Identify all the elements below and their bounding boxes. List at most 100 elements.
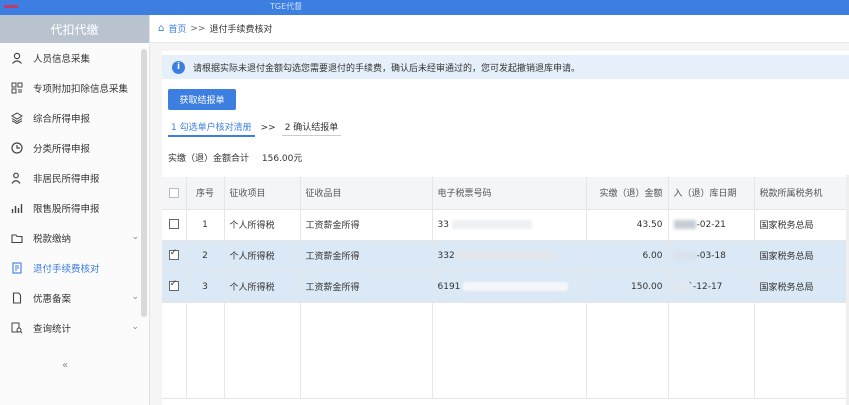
column-header: 序号 [186, 177, 225, 210]
sidebar-header[interactable]: 代扣代缴 [0, 15, 149, 43]
chevron-down-icon: ⌄ [131, 292, 139, 302]
home-icon[interactable]: ⌂ [158, 23, 164, 34]
org-cell: 国家税务总局 [754, 209, 849, 241]
sidebar-item-label: 限售股所得申报 [33, 204, 100, 215]
column-header: 入（退）库日期 [668, 177, 755, 210]
sidebar-item-fee-refund-check[interactable]: 退付手续费核对 [0, 253, 149, 283]
breadcrumb: ⌂ 首页 >> 退付手续费核对 [150, 15, 849, 43]
chevron-down-icon: ⌄ [131, 322, 139, 332]
sidebar-item-label: 专项附加扣除信息采集 [33, 84, 129, 95]
sidebar-item-label: 非居民所得申报 [33, 174, 100, 185]
tab-step-2[interactable]: 2 确认结报单 [281, 120, 342, 136]
sidebar-item-restricted-shares[interactable]: 限售股所得申报 [0, 193, 149, 223]
content-panel: i 请根据实际未退付金额勾选您需要退付的手续费，确认后未经审通过的，您可发起撤销… [162, 51, 849, 405]
sidebar-item-label: 人员信息采集 [33, 54, 91, 65]
empty-cell [186, 302, 225, 399]
tab-step-1[interactable]: 1 勾选单户核对清册 [168, 120, 255, 137]
ticket-cell: 6191 [432, 271, 587, 303]
column-header: 实缴（退）金额 [586, 177, 669, 210]
ticket-cell: 332 [432, 240, 587, 272]
row-checkbox[interactable] [162, 209, 187, 241]
info-icon: i [172, 60, 185, 74]
total-value: 156.00元 [261, 154, 303, 164]
redacted-mark [463, 281, 569, 291]
sidebar-item-special-deduction[interactable]: 专项附加扣除信息采集 [0, 73, 149, 103]
ticket-number: 332 [437, 250, 455, 261]
sidebar-item-personnel[interactable]: 人员信息采集 [0, 43, 149, 73]
breadcrumb-home-link[interactable]: 首页 [168, 22, 186, 35]
step-separator: >> [260, 123, 276, 133]
sidebar-item-label: 税款缴纳 [33, 234, 72, 245]
org-cell: 国家税务总局 [754, 271, 849, 303]
table-row[interactable]: 2 个人所得税 工资薪金所得 332 6.00 -03-18 国家税务总局 [162, 240, 849, 272]
ticket-number: 6191 [437, 281, 461, 292]
date-value: `-12-17 [688, 281, 723, 292]
chevron-down-icon: ⌄ [131, 232, 139, 242]
person-icon [10, 51, 24, 65]
notice-banner: i 请根据实际未退付金额勾选您需要退付的手续费，确认后未经审通过的，您可发起撤销… [162, 55, 849, 79]
subitem-cell: 工资薪金所得 [300, 209, 433, 241]
seq-cell: 3 [186, 271, 225, 303]
sidebar-item-label: 优惠备案 [33, 294, 72, 305]
sidebar-item-comprehensive-income[interactable]: 综合所得申报 [0, 103, 149, 133]
row-checkbox[interactable] [162, 240, 187, 272]
subitem-cell: 工资薪金所得 [300, 240, 433, 272]
sidebar-item-label: 查询统计 [33, 324, 72, 335]
collapse-icon[interactable]: « [62, 360, 68, 371]
sidebar-item-preferential-filing[interactable]: 优惠备案 ⌄ [0, 283, 149, 313]
empty-cell [162, 302, 187, 399]
top-bar-mark [4, 5, 18, 8]
sidebar-item-label: 退付手续费核对 [33, 264, 100, 275]
redacted-mark [673, 250, 696, 260]
sidebar-item-query-statistics[interactable]: 查询统计 ⌄ [0, 313, 149, 343]
org-cell: 国家税务总局 [754, 240, 849, 272]
redacted-mark [673, 281, 688, 291]
ticket-cell: 33 [432, 209, 587, 241]
grid-icon [10, 81, 24, 95]
file-icon [10, 291, 24, 305]
date-cell: -03-18 [668, 240, 755, 272]
redacted-mark [451, 219, 532, 229]
sidebar: 代扣代缴 人员信息采集 专项附加扣除信息采集 综合所得申报 分类所得申报 非居民… [0, 15, 150, 405]
empty-cell [300, 302, 433, 399]
breadcrumb-separator: >> [190, 23, 206, 34]
user-icon [10, 171, 24, 185]
column-header: 征收项目 [224, 177, 301, 210]
sidebar-item-label: 综合所得申报 [33, 114, 91, 125]
table-row[interactable]: 3 个人所得税 工资薪金所得 6191 150.00 `-12-17 国家税务总… [162, 271, 849, 303]
column-header: 税款所属税务机 [754, 177, 849, 210]
search-document-icon [10, 321, 24, 335]
seq-cell: 1 [186, 209, 225, 241]
redacted-mark [457, 250, 558, 260]
item-cell: 个人所得税 [224, 240, 301, 272]
document-icon [10, 261, 24, 275]
get-report-button[interactable]: 获取结报单 [168, 89, 236, 110]
total-summary: 实缴（退）金额合计 156.00元 [168, 151, 302, 164]
total-label: 实缴（退）金额合计 [168, 154, 250, 164]
empty-cell [224, 302, 301, 399]
empty-cell [668, 302, 755, 399]
sidebar-item-tax-payment[interactable]: 税款缴纳 ⌄ [0, 223, 149, 253]
column-header: 电子税票号码 [432, 177, 587, 210]
bar-chart-icon [10, 201, 24, 215]
sidebar-item-classified-income[interactable]: 分类所得申报 [0, 133, 149, 163]
table-row[interactable]: 1 个人所得税 工资薪金所得 33 43.50 -02-21 国家税务总局 [162, 209, 849, 241]
breadcrumb-current: 退付手续费核对 [209, 25, 273, 35]
top-bar: TGE代督 [0, 0, 849, 15]
date-cell: -02-21 [668, 209, 755, 241]
column-header: 征收品目 [300, 177, 433, 210]
row-checkbox[interactable] [162, 271, 187, 303]
subitem-cell: 工资薪金所得 [300, 271, 433, 303]
main-area: ⌂ 首页 >> 退付手续费核对 i 请根据实际未退付金额勾选您需要退付的手续费，… [150, 15, 849, 405]
folder-icon [10, 231, 24, 245]
date-cell: `-12-17 [668, 271, 755, 303]
sidebar-item-nonresident-income[interactable]: 非居民所得申报 [0, 163, 149, 193]
empty-cell [432, 302, 587, 399]
select-all-checkbox[interactable] [162, 177, 187, 210]
step-tabs: 1 勾选单户核对清册 >> 2 确认结报单 [168, 120, 342, 137]
item-cell: 个人所得税 [224, 209, 301, 241]
fee-table: 序号 征收项目 征收品目 电子税票号码 实缴（退）金额 入（退）库日期 税款所属… [162, 177, 849, 399]
ticket-number: 33 [437, 219, 449, 230]
amount-cell: 6.00 [586, 240, 669, 272]
sidebar-scrollbar[interactable] [141, 49, 147, 317]
